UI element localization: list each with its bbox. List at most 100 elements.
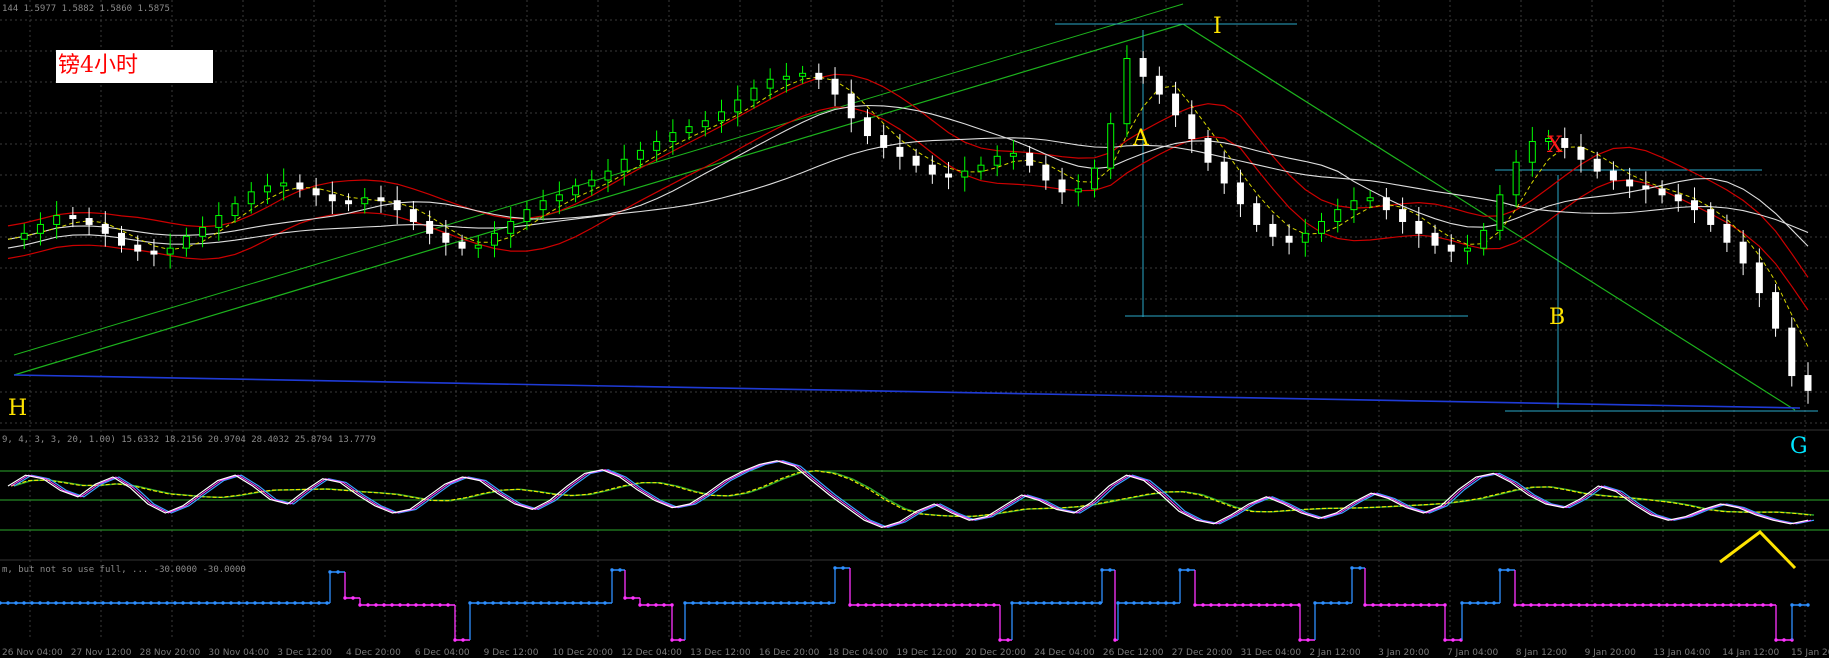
candle-bull bbox=[701, 120, 709, 128]
step-dot bbox=[197, 601, 201, 605]
candle-bear bbox=[815, 72, 823, 80]
step-dot bbox=[1633, 603, 1637, 607]
step-dot bbox=[1321, 601, 1325, 605]
candle-bear bbox=[831, 78, 839, 95]
candle-bear bbox=[1642, 185, 1650, 190]
candle-bull bbox=[799, 72, 807, 77]
candle-bull bbox=[1123, 58, 1131, 125]
candle-bull bbox=[1366, 197, 1374, 202]
candle-bear bbox=[1431, 232, 1439, 246]
time-axis-label: 7 Jan 04:00 bbox=[1447, 648, 1499, 658]
step-dot bbox=[1042, 601, 1046, 605]
step-dot bbox=[1090, 601, 1094, 605]
step-dot bbox=[678, 638, 682, 642]
candle-bull bbox=[1512, 161, 1520, 196]
candle-bull bbox=[263, 185, 271, 193]
step-dot bbox=[253, 601, 257, 605]
step-dot bbox=[856, 603, 860, 607]
candle-bull bbox=[718, 111, 726, 122]
step-dot bbox=[1769, 603, 1773, 607]
candle-bull bbox=[523, 209, 531, 222]
step-dot bbox=[1006, 638, 1010, 642]
step-dot bbox=[22, 601, 26, 605]
step-dot bbox=[351, 596, 355, 600]
step-dot bbox=[1673, 603, 1677, 607]
candle-bear bbox=[1707, 209, 1715, 225]
step-dot bbox=[1721, 603, 1725, 607]
step-dot bbox=[507, 601, 511, 605]
step-dot bbox=[336, 570, 340, 574]
candle-bear bbox=[312, 188, 320, 196]
step-dot bbox=[952, 603, 956, 607]
time-axis-label: 19 Dec 12:00 bbox=[897, 648, 958, 658]
candle-bear bbox=[1236, 182, 1244, 205]
candle-bull bbox=[604, 170, 612, 181]
candle-bear bbox=[393, 200, 401, 211]
step-dot bbox=[1395, 603, 1399, 607]
candle-bear bbox=[1026, 152, 1034, 166]
step-dot bbox=[285, 601, 289, 605]
candle-bear bbox=[1804, 375, 1812, 391]
step-dot bbox=[1337, 601, 1341, 605]
candle-bear bbox=[377, 197, 385, 202]
step-dot bbox=[1761, 603, 1765, 607]
candle-bull bbox=[1463, 247, 1471, 252]
step-dot bbox=[430, 603, 434, 607]
step-dot bbox=[221, 601, 225, 605]
step-dot bbox=[461, 638, 465, 642]
step-dot bbox=[563, 601, 567, 605]
step-dot bbox=[755, 601, 759, 605]
step-dot bbox=[779, 601, 783, 605]
candle-bull bbox=[53, 215, 61, 225]
step-dot bbox=[1569, 603, 1573, 607]
step-dot bbox=[1186, 568, 1190, 572]
step-dot bbox=[1806, 603, 1810, 607]
pattern-label-a: A bbox=[1132, 126, 1150, 151]
step-dot bbox=[787, 601, 791, 605]
candle-bull bbox=[215, 215, 223, 228]
step-dot bbox=[1233, 603, 1237, 607]
pattern-label-g: G bbox=[1790, 434, 1808, 459]
step-dot bbox=[707, 601, 711, 605]
step-dot bbox=[1681, 603, 1685, 607]
candle-bear bbox=[1658, 188, 1666, 196]
step-dot bbox=[70, 601, 74, 605]
step-dot bbox=[827, 601, 831, 605]
step-dot bbox=[1225, 603, 1229, 607]
step-dot bbox=[14, 601, 18, 605]
time-axis-label: 15 Jan 20:00 bbox=[1791, 648, 1829, 658]
candle-bull bbox=[474, 244, 482, 249]
step-dot bbox=[1082, 601, 1086, 605]
step-dot bbox=[1034, 601, 1038, 605]
step-dot bbox=[1249, 603, 1253, 607]
time-axis-label: 16 Dec 20:00 bbox=[759, 648, 820, 658]
candle-bear bbox=[1042, 164, 1050, 181]
step-dot bbox=[1124, 601, 1128, 605]
step-dot bbox=[133, 601, 137, 605]
step-dot bbox=[1164, 601, 1168, 605]
step-dot bbox=[984, 603, 988, 607]
title-text: 镑4小时 bbox=[58, 53, 138, 78]
step-dot bbox=[205, 601, 209, 605]
step-dot bbox=[317, 601, 321, 605]
step-dot bbox=[483, 601, 487, 605]
step-dot bbox=[631, 596, 635, 600]
step-dot bbox=[1553, 603, 1557, 607]
time-axis-label: 4 Dec 20:00 bbox=[346, 648, 401, 658]
step-dot bbox=[189, 601, 193, 605]
candle-bear bbox=[345, 200, 353, 205]
step-dot bbox=[1050, 601, 1054, 605]
candle-bull bbox=[685, 126, 693, 134]
candle-bear bbox=[328, 194, 336, 202]
candle-bull bbox=[247, 191, 255, 205]
candle-bear bbox=[134, 244, 142, 252]
step-dot bbox=[1545, 603, 1549, 607]
step-dot bbox=[662, 603, 666, 607]
step-dot bbox=[699, 601, 703, 605]
step-dot bbox=[1577, 603, 1581, 607]
step-dot bbox=[1257, 603, 1261, 607]
candle-bear bbox=[426, 220, 434, 234]
step-dot bbox=[1529, 603, 1533, 607]
pattern-label-h: H bbox=[8, 396, 27, 421]
candle-bear bbox=[1285, 235, 1293, 243]
